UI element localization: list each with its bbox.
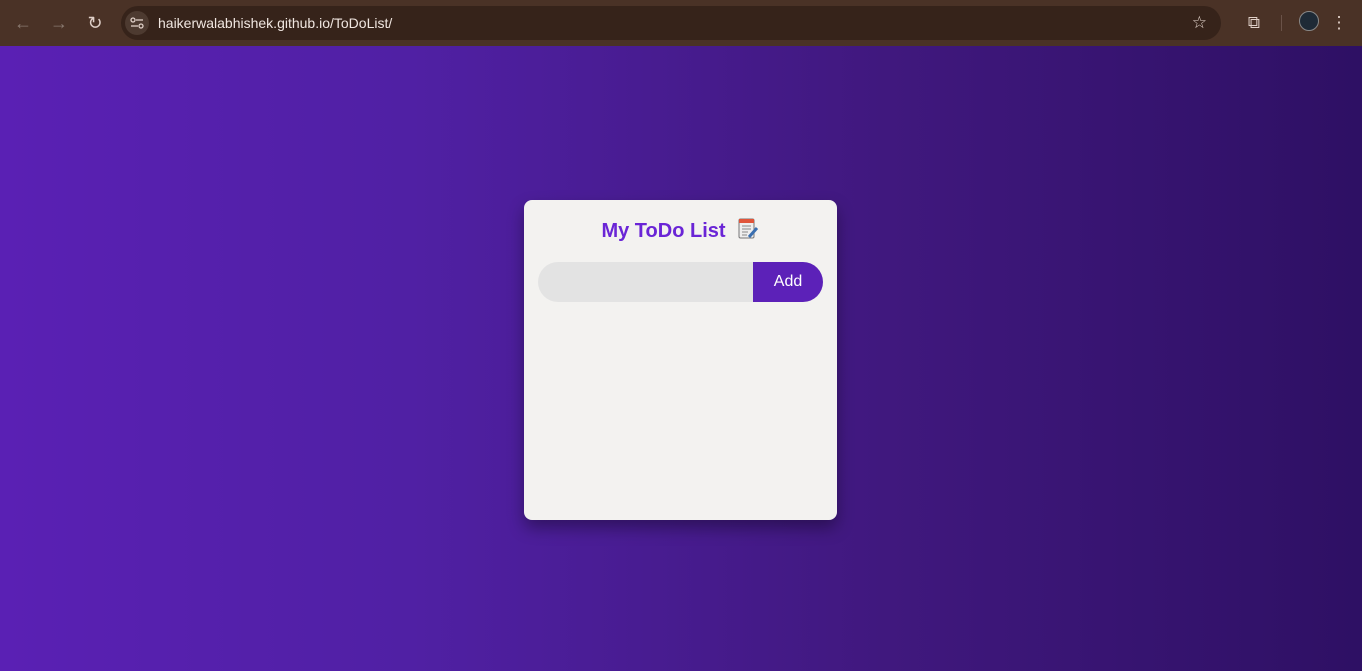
address-bar[interactable]: haikerwalabhishek.github.io/ToDoList/ ☆ bbox=[121, 6, 1221, 40]
extensions-icon[interactable]: ⧉ bbox=[1239, 13, 1269, 33]
task-input[interactable] bbox=[538, 262, 753, 302]
menu-kebab-icon[interactable]: ⋮ bbox=[1324, 13, 1354, 33]
browser-toolbar: ← → ↻ haikerwalabhishek.github.io/ToDoLi… bbox=[0, 0, 1362, 46]
page-background: My ToDo List Add bbox=[0, 46, 1362, 671]
bookmark-star-icon[interactable]: ☆ bbox=[1192, 13, 1207, 33]
todo-header: My ToDo List bbox=[524, 216, 837, 246]
reload-icon[interactable]: ↻ bbox=[77, 5, 113, 41]
forward-icon[interactable]: → bbox=[41, 5, 77, 41]
site-settings-icon[interactable] bbox=[125, 11, 149, 35]
add-task-row: Add bbox=[538, 262, 823, 302]
memo-icon bbox=[736, 216, 760, 246]
add-button[interactable]: Add bbox=[753, 262, 823, 302]
page-title: My ToDo List bbox=[601, 219, 726, 242]
url-text[interactable]: haikerwalabhishek.github.io/ToDoList/ bbox=[158, 15, 392, 31]
profile-avatar[interactable] bbox=[1294, 10, 1324, 36]
back-icon[interactable]: ← bbox=[5, 5, 41, 41]
todo-card: My ToDo List Add bbox=[524, 200, 837, 520]
